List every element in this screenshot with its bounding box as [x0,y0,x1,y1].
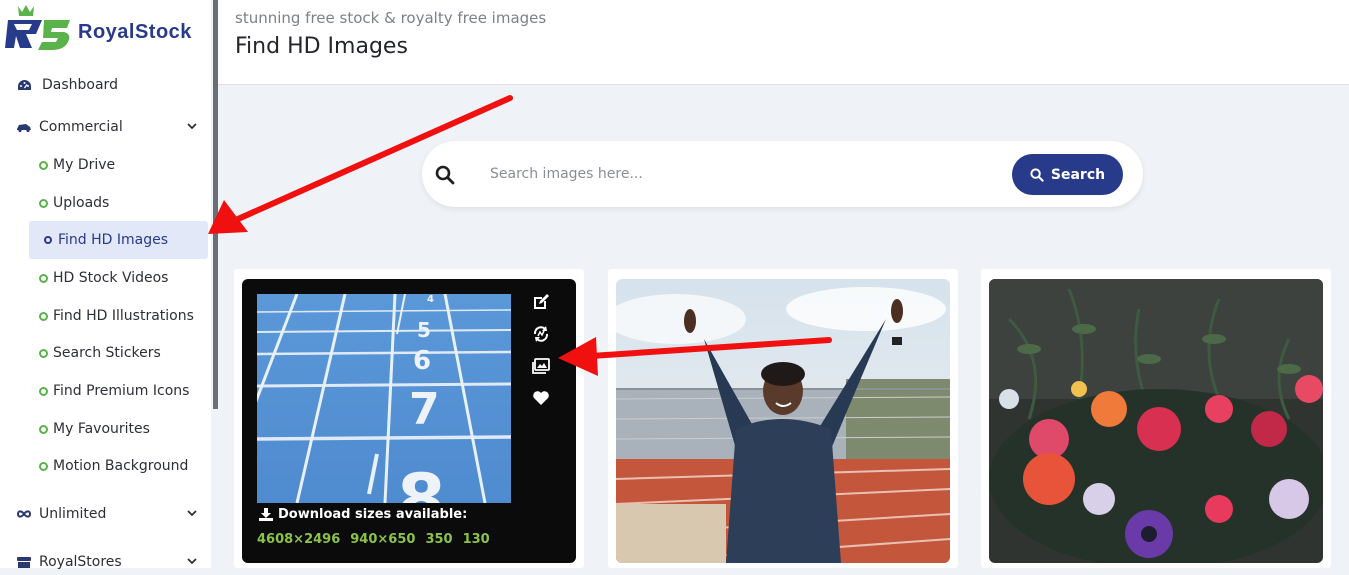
sidebar-item-label: Uploads [53,195,110,211]
nav-unlimited[interactable]: Unlimited [0,501,211,527]
nav-unlimited-label: Unlimited [39,506,107,522]
bullet-icon [39,198,48,208]
sidebar-item-label: Search Stickers [53,345,161,361]
sidebar-item-find-premium-icons[interactable]: Find Premium Icons [39,379,189,403]
track-number: 7 [409,384,440,435]
sidebar-item-motion-background[interactable]: Motion Background [39,454,188,478]
download-size-option[interactable]: 350 [425,532,452,547]
download-size-option[interactable]: 940×650 [350,532,415,547]
sidebar-item-label: HD Stock Videos [53,270,169,286]
commercial-icon [16,119,32,135]
nav-commercial-label: Commercial [39,119,123,135]
chevron-down-icon [185,554,199,572]
search-button-label: Search [1050,166,1106,183]
page-subtitle: stunning free stock & royalty free image… [235,9,547,27]
bullet-icon [39,386,48,396]
nav-dashboard-label: Dashboard [42,77,118,93]
sidebar: RoyalStock Dashboard Commercial My Drive… [0,0,214,570]
bullet-icon [39,348,48,358]
chevron-down-icon [185,506,199,524]
logo-mark [5,5,70,50]
track-number: 5 [417,318,431,342]
download-size-option[interactable]: 130 [463,532,490,547]
image-thumbnail-athlete[interactable] [616,279,950,563]
nav-dashboard[interactable]: Dashboard [0,72,118,98]
sidebar-item-label: Find Premium Icons [53,383,190,399]
bullet-icon [39,461,48,471]
sidebar-item-my-favourites[interactable]: My Favourites [39,417,150,441]
sidebar-item-label: Find HD Images [58,232,169,248]
search-icon [435,165,455,189]
search-bar: Search [422,141,1143,207]
brand-logo[interactable]: RoyalStock [4,4,214,52]
image-card-overlay: 4 5 6 7 8 Download sizes available: 4608… [242,279,576,563]
infinity-icon [16,506,32,522]
image-actions [531,286,551,414]
download-size-list: 4608×2496 940×650 350 130 [257,532,490,547]
image-gallery-icon[interactable] [531,350,551,382]
bullet-icon [44,236,52,244]
image-thumbnail-running-track[interactable]: 4 5 6 7 8 [257,294,511,503]
page-header: stunning free stock & royalty free image… [218,0,1349,85]
brand-name: RoyalStock [78,21,192,43]
image-card[interactable] [608,269,958,568]
search-icon [1030,167,1044,182]
download-sizes-label: Download sizes available: [259,507,467,522]
search-input[interactable] [488,161,992,187]
sidebar-item-search-stickers[interactable]: Search Stickers [39,341,161,365]
nav-royalstores[interactable]: RoyalStores [0,549,211,575]
sidebar-item-uploads[interactable]: Uploads [39,191,109,215]
image-card[interactable] [981,269,1331,568]
ai-sync-icon[interactable] [531,318,551,350]
sidebar-item-hd-stock-videos[interactable]: HD Stock Videos [39,266,168,290]
sidebar-item-find-hd-illustrations[interactable]: Find HD Illustrations [39,304,194,328]
nav-commercial[interactable]: Commercial [0,114,211,140]
sidebar-item-my-drive[interactable]: My Drive [39,153,115,177]
sidebar-item-find-hd-images[interactable]: Find HD Images [44,228,168,252]
image-card[interactable]: 4 5 6 7 8 Download sizes available: 4608… [234,269,584,568]
download-label-text: Download sizes available: [278,507,468,522]
sidebar-item-label: Motion Background [53,458,189,474]
chevron-down-icon [185,119,199,137]
track-number: 4 [427,294,434,305]
page-title: Find HD Images [235,34,408,59]
image-thumbnail-flowers[interactable] [989,279,1323,563]
download-size-option[interactable]: 4608×2496 [257,532,340,547]
search-button[interactable]: Search [1012,154,1123,195]
sidebar-item-label: Find HD Illustrations [53,308,194,324]
bullet-icon [39,424,48,434]
bullet-icon [39,273,48,283]
sidebar-item-label: My Favourites [53,421,150,437]
track-number: 6 [413,346,431,376]
dashboard-icon [16,77,32,93]
download-icon [259,508,273,521]
edit-icon[interactable] [531,286,551,318]
heart-icon[interactable] [531,382,551,414]
sidebar-item-label: My Drive [53,157,116,173]
bullet-icon [39,160,48,170]
bullet-icon [39,311,48,321]
track-number: 8 [397,459,446,503]
